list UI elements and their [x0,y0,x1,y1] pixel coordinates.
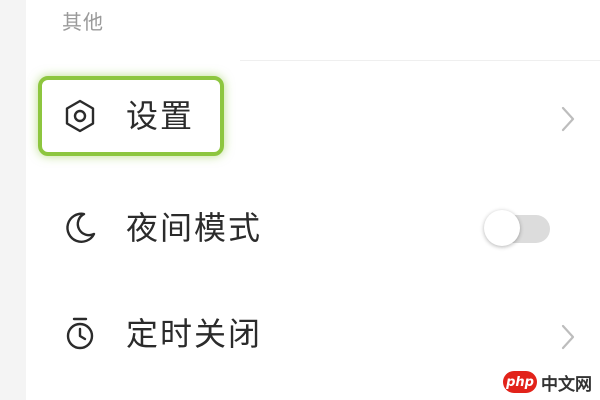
watermark-badge: php [503,371,537,393]
night-mode-toggle[interactable] [484,209,550,247]
timer-icon [62,316,98,352]
timer-close-label: 定时关闭 [126,315,263,353]
site-watermark: php 中文网 [503,370,592,395]
night-mode-label: 夜间模式 [126,209,263,247]
left-edge-strip [0,0,26,400]
chevron-right-icon [558,322,578,352]
toggle-knob [484,210,520,246]
settings-highlight-box [38,76,224,156]
section-title: 其他 [62,10,104,34]
timer-close-row[interactable]: 定时关闭 [40,294,600,374]
moon-icon [62,210,98,246]
chevron-right-icon [558,104,578,134]
section-divider [240,60,600,61]
watermark-text: 中文网 [541,374,592,395]
night-mode-row: 夜间模式 [40,188,600,268]
